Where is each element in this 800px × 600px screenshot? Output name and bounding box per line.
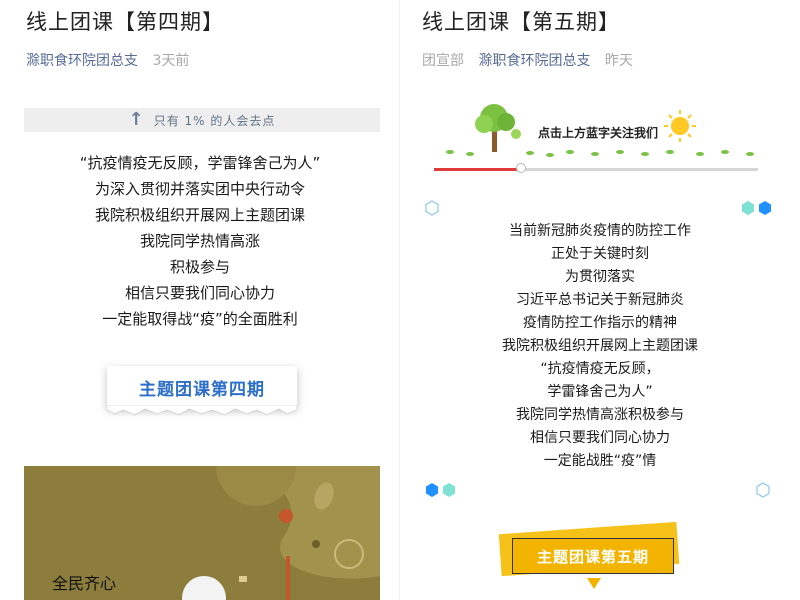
text-line: 正处于关键时刻 <box>551 246 649 262</box>
progress-fill <box>434 168 522 171</box>
up-arrow-icon: ↑ <box>128 109 144 130</box>
department-name: 团宣部 <box>422 53 464 69</box>
text-line: “抗疫情疫无反顾， <box>540 361 660 377</box>
theme-lesson-5-button[interactable]: 主题团课第五期 <box>512 538 674 574</box>
follow-header: 点击上方蓝字关注我们 <box>430 100 770 164</box>
poster-headline: 全民齐心 <box>52 574 117 593</box>
article-title[interactable]: 线上团课【第四期】 <box>26 6 224 36</box>
follow-prompt: 点击上方蓝字关注我们 <box>538 126 659 140</box>
tip-text: 只有 1% 的人会去点 <box>153 113 276 128</box>
tip-banner: ↑ 只有 1% 的人会去点 <box>24 108 380 132</box>
article-meta: 滁职食环院团总支 3天前 <box>26 50 199 70</box>
account-name[interactable]: 滁职食环院团总支 <box>478 53 590 69</box>
poster-image: 全民齐心 <box>24 466 380 600</box>
text-line: 一定能战胜“疫”情 <box>543 453 657 469</box>
post-time: 3天前 <box>152 53 190 69</box>
hexagon-icon <box>756 482 770 498</box>
text-line: 学雷锋舍己为人” <box>547 384 653 400</box>
text-line: 我院同学热情高涨 <box>139 232 260 250</box>
text-line: 一定能取得战“疫”的全面胜利 <box>102 310 298 328</box>
text-line: 我院积极组织开展网上主题团课 <box>94 206 305 224</box>
text-line: 疫情防控工作指示的精神 <box>523 315 677 331</box>
article-meta: 团宣部 滁职食环院团总支 昨天 <box>422 50 643 70</box>
text-line: 习近平总书记关于新冠肺炎 <box>516 292 684 308</box>
hexagon-pair-icon <box>742 201 771 215</box>
post-time: 昨天 <box>604 53 633 69</box>
hexagon-pair-icon <box>426 483 455 497</box>
text-line: 为贯彻落实 <box>565 269 635 285</box>
text-line: 我院同学热情高涨积极参与 <box>516 407 684 423</box>
text-line: 为深入贯彻并落实团中央行动令 <box>94 180 305 198</box>
text-line: 相信只要我们同心协力 <box>124 284 275 302</box>
text-line: 当前新冠肺炎疫情的防控工作 <box>509 223 691 239</box>
progress-knob[interactable] <box>516 163 527 173</box>
progress-slider[interactable] <box>434 163 758 173</box>
down-arrow-icon <box>587 578 601 589</box>
text-line: “抗疫情疫无反顾，学雷锋舍己为人” <box>79 154 321 172</box>
article-body-text: 当前新冠肺炎疫情的防控工作 正处于关键时刻 为贯彻落实 习近平总书记关于新冠肺炎… <box>400 220 800 473</box>
torn-paper-edge <box>107 405 297 416</box>
article-body-text: “抗疫情疫无反顾，学雷锋舍己为人” 为深入贯彻并落实团中央行动令 我院积极组织开… <box>0 150 400 332</box>
article-card-right[interactable]: 线上团课【第五期】 团宣部 滁职食环院团总支 昨天 点击上方蓝字关注我们 当前新… <box>400 0 800 600</box>
theme-lesson-4-button[interactable]: 主题团课第四期 <box>107 366 297 408</box>
account-name[interactable]: 滁职食环院团总支 <box>26 53 138 69</box>
article-title[interactable]: 线上团课【第五期】 <box>422 6 620 36</box>
article-card-left[interactable]: 线上团课【第四期】 滁职食环院团总支 3天前 ↑ 只有 1% 的人会去点 “抗疫… <box>0 0 400 600</box>
text-line: 积极参与 <box>169 258 230 276</box>
text-line: 我院积极组织开展网上主题团课 <box>502 338 698 354</box>
hexagon-icon <box>425 200 439 216</box>
text-line: 相信只要我们同心协力 <box>530 430 670 446</box>
